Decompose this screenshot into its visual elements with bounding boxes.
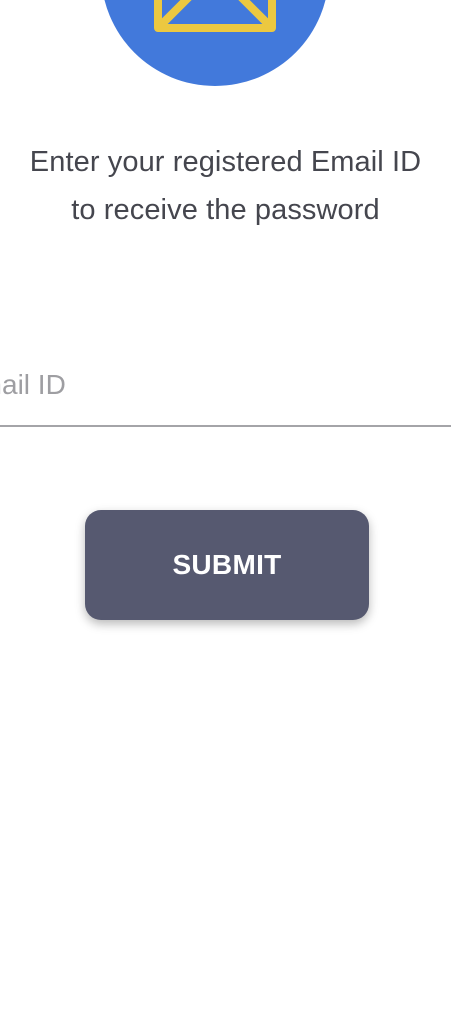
instruction-text: Enter your registered Email ID to receiv… (0, 138, 451, 234)
instruction-line-1: Enter your registered Email ID (29, 146, 422, 178)
mail-icon (154, 0, 276, 32)
forgot-password-screen: Enter your registered Email ID to receiv… (0, 0, 451, 1018)
instruction-line-2: to receive the password (71, 194, 380, 226)
submit-button[interactable]: SUBMIT (85, 510, 369, 620)
email-field[interactable] (0, 345, 451, 427)
